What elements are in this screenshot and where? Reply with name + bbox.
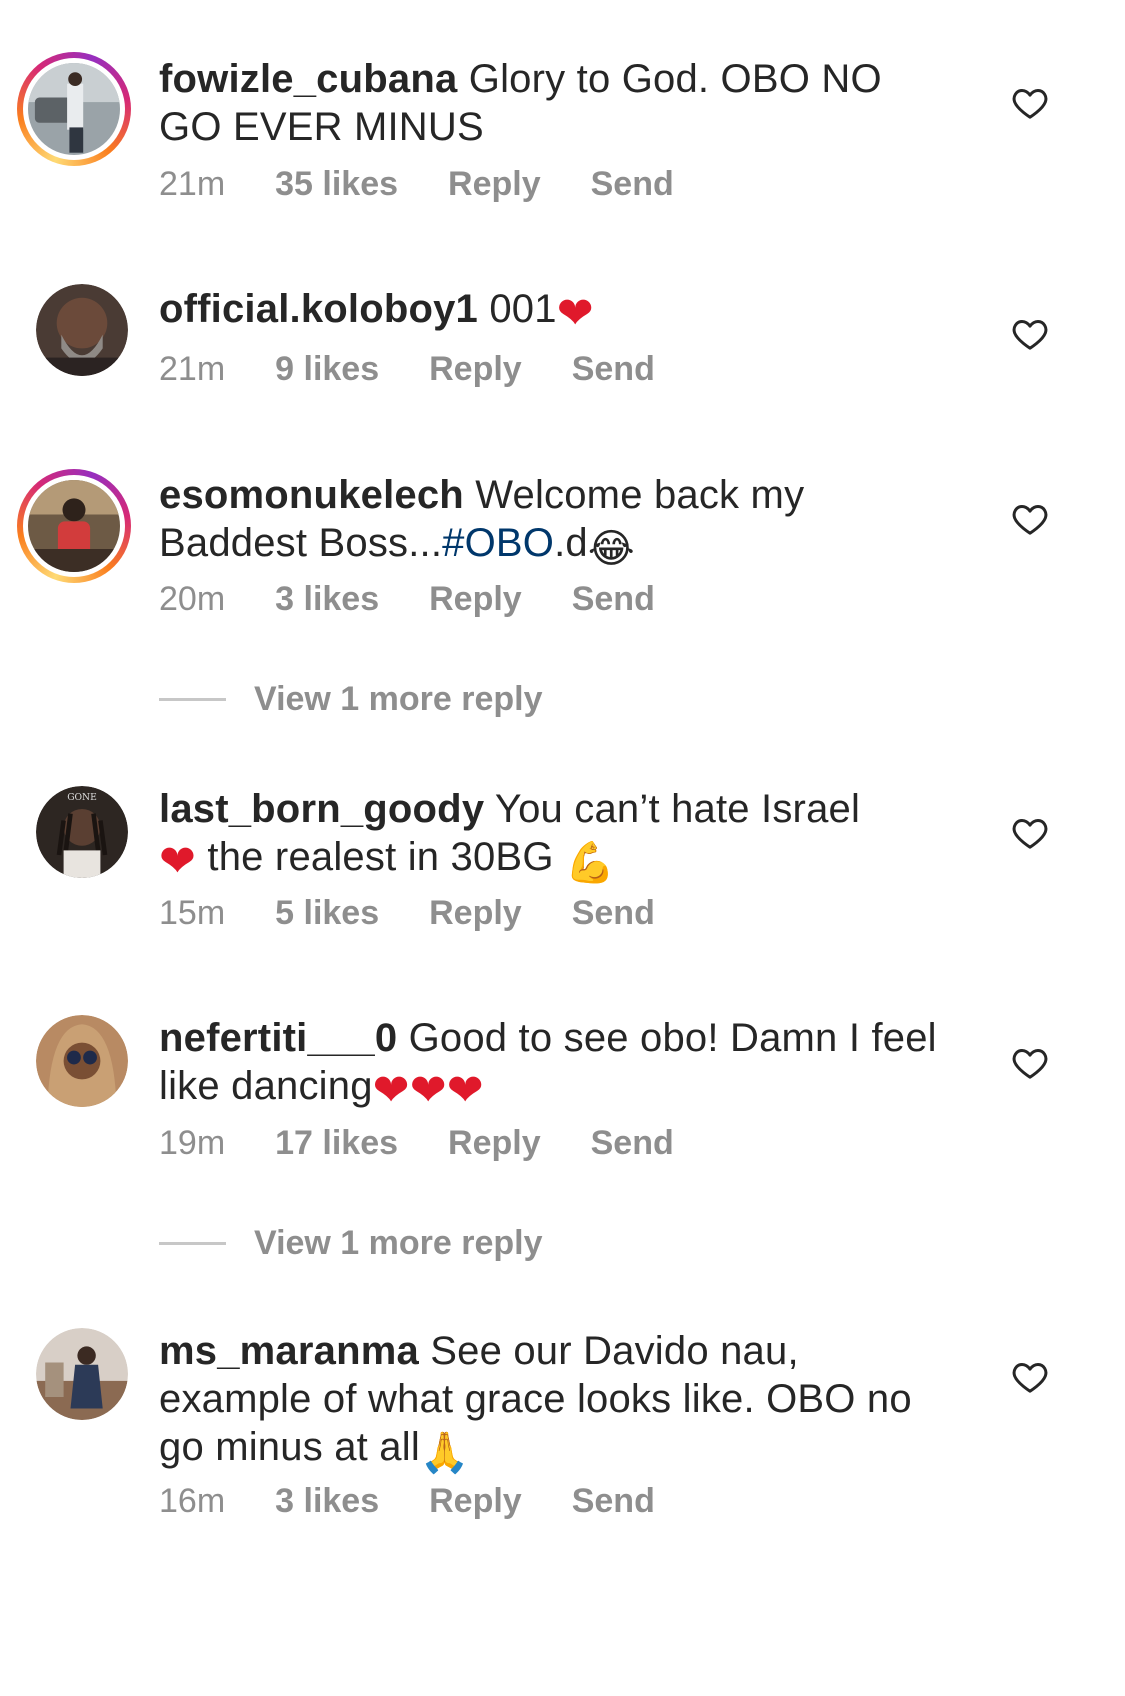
avatar-photo — [28, 480, 120, 572]
comment-username[interactable]: esomonukelech — [159, 473, 464, 517]
folded-hands-emoji: 🙏 — [419, 1430, 470, 1476]
heart-outline-icon[interactable] — [1010, 314, 1050, 354]
view-more-replies[interactable]: View 1 more reply — [159, 1224, 543, 1263]
comment-text: fowizle_cubana Glory to God. OBO NO GO E… — [159, 55, 939, 151]
likes-count[interactable]: 9 likes — [275, 350, 379, 389]
flexed-biceps-emoji: 💪 — [564, 840, 615, 886]
likes-count[interactable]: 3 likes — [275, 1482, 379, 1521]
heart-outline-icon[interactable] — [1010, 1357, 1050, 1397]
comment-username[interactable]: last_born_goody — [159, 787, 484, 831]
reply-button[interactable]: Reply — [429, 1482, 522, 1521]
avatar[interactable]: GONE — [36, 786, 128, 878]
send-button[interactable]: Send — [591, 1124, 674, 1163]
heart-outline-icon[interactable] — [1010, 813, 1050, 853]
heart-outline-icon[interactable] — [1010, 1043, 1050, 1083]
heart-emoji: ❤❤❤ — [372, 1065, 484, 1116]
avatar[interactable] — [17, 52, 131, 166]
send-button[interactable]: Send — [572, 350, 655, 389]
likes-count[interactable]: 3 likes — [275, 580, 379, 619]
comment-username[interactable]: fowizle_cubana — [159, 57, 457, 101]
reply-button[interactable]: Reply — [429, 350, 522, 389]
avatar-photo — [36, 1328, 128, 1420]
reply-button[interactable]: Reply — [448, 165, 541, 204]
comment-time: 20m — [159, 580, 226, 618]
view-more-label: View 1 more reply — [254, 1224, 543, 1262]
hashtag-link[interactable]: #OBO — [442, 521, 554, 565]
comment-time: 21m — [159, 165, 226, 203]
svg-text:GONE: GONE — [67, 792, 97, 803]
avatar-photo: GONE — [36, 786, 128, 878]
comment-username[interactable]: official.koloboy1 — [159, 287, 478, 331]
comment-text: last_born_goody You can’t hate Israel ❤ … — [159, 785, 939, 887]
avatar-photo — [36, 1015, 128, 1107]
heart-outline-icon[interactable] — [1010, 499, 1050, 539]
avatar[interactable] — [36, 284, 128, 376]
comment-time: 16m — [159, 1482, 226, 1520]
divider — [159, 698, 226, 701]
reply-button[interactable]: Reply — [429, 580, 522, 619]
comment-meta: 21m 35 likes Reply Send — [159, 165, 724, 204]
avatar[interactable] — [17, 469, 131, 583]
reply-button[interactable]: Reply — [448, 1124, 541, 1163]
comment-meta: 15m 5 likes Reply Send — [159, 894, 705, 933]
view-more-label: View 1 more reply — [254, 680, 543, 718]
comment-text: ms_maranma See our Davido nau, example o… — [159, 1327, 939, 1477]
send-button[interactable]: Send — [591, 165, 674, 204]
comment-body-end: .d — [554, 521, 588, 565]
heart-emoji: ❤ — [556, 288, 594, 339]
send-button[interactable]: Send — [572, 894, 655, 933]
divider — [159, 1242, 226, 1245]
laughing-emoji: 😂 — [587, 526, 635, 572]
comment-username[interactable]: nefertiti___0 — [159, 1016, 397, 1060]
view-more-replies[interactable]: View 1 more reply — [159, 680, 543, 719]
comment-meta: 19m 17 likes Reply Send — [159, 1124, 724, 1163]
comment-meta: 21m 9 likes Reply Send — [159, 350, 705, 389]
comment-time: 19m — [159, 1124, 226, 1162]
comment-username[interactable]: ms_maranma — [159, 1329, 419, 1373]
comment-text: nefertiti___0 Good to see obo! Damn I fe… — [159, 1014, 939, 1115]
send-button[interactable]: Send — [572, 1482, 655, 1521]
likes-count[interactable]: 5 likes — [275, 894, 379, 933]
comment-meta: 16m 3 likes Reply Send — [159, 1482, 705, 1521]
heart-emoji: ❤ — [159, 836, 197, 887]
comment-time: 15m — [159, 894, 226, 932]
send-button[interactable]: Send — [572, 580, 655, 619]
avatar[interactable] — [36, 1328, 128, 1420]
likes-count[interactable]: 35 likes — [275, 165, 398, 204]
comment-time: 21m — [159, 350, 226, 388]
comment-text: esomonukelech Welcome back my Baddest Bo… — [159, 471, 939, 573]
avatar[interactable] — [36, 1015, 128, 1107]
avatar-photo — [36, 284, 128, 376]
heart-outline-icon[interactable] — [1010, 83, 1050, 123]
avatar-photo — [28, 63, 120, 155]
comment-body-end: the realest in 30BG — [207, 835, 554, 879]
reply-button[interactable]: Reply — [429, 894, 522, 933]
comment-body: You can’t hate Israel — [494, 787, 861, 831]
comment-text: official.koloboy1 001❤ — [159, 285, 939, 338]
comment-meta: 20m 3 likes Reply Send — [159, 580, 705, 619]
likes-count[interactable]: 17 likes — [275, 1124, 398, 1163]
comment-body: 001 — [489, 287, 557, 331]
